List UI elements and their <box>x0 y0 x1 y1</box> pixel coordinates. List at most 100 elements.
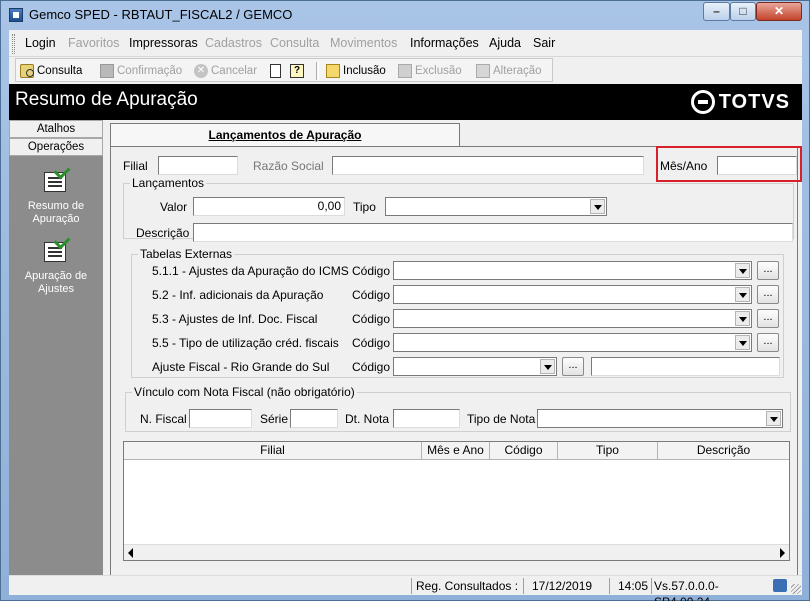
vinculo-title: Vínculo com Nota Fiscal (não obrigatório… <box>132 385 357 399</box>
sidebar-item-resumo-apuracao[interactable]: Resumo de Apuração <box>9 162 103 226</box>
valor-input[interactable]: 0,00 <box>193 197 345 216</box>
status-bar: Reg. Consultados : 17/12/2019 14:05 Vs.5… <box>9 575 802 601</box>
horizontal-scrollbar[interactable] <box>124 544 789 560</box>
sidebar-tab-atalhos[interactable]: Atalhos <box>9 120 103 138</box>
menu-cadastros[interactable]: Cadastros <box>205 36 262 50</box>
page-header: Resumo de Apuração TOTVS <box>9 84 802 120</box>
confirmacao-label: Confirmação <box>117 65 183 77</box>
codigo-label: Código <box>352 312 391 326</box>
chevron-down-icon[interactable] <box>735 263 750 278</box>
maximize-button[interactable]: □ <box>730 2 756 21</box>
sidebar-item-apuracao-ajustes[interactable]: Apuração de Ajustes <box>9 232 103 296</box>
codigo-select-53[interactable] <box>393 309 752 328</box>
codigo-label: Código <box>352 336 391 350</box>
document-icon <box>270 64 281 78</box>
consulta-button[interactable]: Consulta <box>20 63 82 79</box>
title-bar[interactable]: Gemco SPED - RBTAUT_FISCAL2 / GEMCO – □ … <box>1 1 809 29</box>
inclusao-button[interactable]: Inclusão <box>326 63 386 79</box>
lookup-button[interactable]: ... <box>562 357 584 376</box>
menu-consulta[interactable]: Consulta <box>270 36 319 50</box>
menu-grip <box>12 34 15 54</box>
menu-informacoes[interactable]: Informações <box>410 36 479 50</box>
serie-label: Série <box>260 412 289 426</box>
menu-login[interactable]: Login <box>25 36 56 50</box>
lancamentos-grid[interactable]: Filial Mês e Ano Código Tipo Descrição <box>123 441 790 561</box>
new-document-button[interactable] <box>270 63 281 79</box>
help-icon: ? <box>290 64 304 78</box>
checklist-icon <box>41 232 71 266</box>
edit-icon <box>476 64 490 78</box>
cancelar-button[interactable]: ✕ Cancelar <box>194 63 257 79</box>
menu-movimentos[interactable]: Movimentos <box>330 36 397 50</box>
codigo-select-55[interactable] <box>393 333 752 352</box>
chevron-down-icon[interactable] <box>735 335 750 350</box>
chevron-down-icon[interactable] <box>766 411 781 426</box>
reg-consultados: Reg. Consultados : <box>411 578 523 594</box>
status-version: Vs.57.0.0.0-SP4.00.24 <box>651 578 769 601</box>
chevron-down-icon[interactable] <box>540 359 555 374</box>
exclusao-button[interactable]: Exclusão <box>398 63 462 79</box>
exclusao-label: Exclusão <box>415 65 462 77</box>
codigo-select-rs[interactable] <box>393 357 557 376</box>
codigo-select-52[interactable] <box>393 285 752 304</box>
lookup-button[interactable]: ... <box>757 309 779 328</box>
sidebar-tab-operacoes[interactable]: Operações <box>9 138 103 156</box>
add-folder-icon <box>326 64 340 78</box>
sidebar-panel: Resumo de Apuração Apuração de Ajustes <box>9 156 103 595</box>
grid-col-tipo[interactable]: Tipo <box>558 442 658 460</box>
tabela-row-label: 5.3 - Ajustes de Inf. Doc. Fiscal <box>152 312 318 326</box>
tipo-label: Tipo <box>353 200 376 214</box>
dt-nota-label: Dt. Nota <box>345 412 390 426</box>
toolbar: Consulta Confirmação ✕ Cancelar ? Inclus… <box>9 57 802 83</box>
help-button[interactable]: ? <box>290 63 304 79</box>
alteracao-button[interactable]: Alteração <box>476 63 542 79</box>
menu-bar: Login Favoritos Impressoras Cadastros Co… <box>9 30 802 57</box>
menu-impressoras[interactable]: Impressoras <box>129 36 198 50</box>
descricao-input[interactable] <box>193 223 793 242</box>
tab-label: Lançamentos de Apuração <box>208 128 362 142</box>
tipo-nota-select[interactable] <box>537 409 783 428</box>
filial-label: Filial <box>123 159 148 173</box>
grid-col-mes-ano[interactable]: Mês e Ano <box>422 442 490 460</box>
totvs-logo-icon <box>690 90 715 114</box>
cancelar-label: Cancelar <box>211 65 258 77</box>
chevron-down-icon[interactable] <box>735 287 750 302</box>
chevron-down-icon[interactable] <box>735 311 750 326</box>
scroll-right-icon[interactable] <box>780 548 785 558</box>
lookup-button[interactable]: ... <box>757 285 779 304</box>
network-icon <box>773 579 787 592</box>
status-time: 14:05 <box>609 578 651 594</box>
lookup-button[interactable]: ... <box>757 333 779 352</box>
grid-header: Filial Mês e Ano Código Tipo Descrição <box>124 442 789 460</box>
descricao-label: Descrição <box>136 226 190 240</box>
confirmacao-button[interactable]: Confirmação <box>100 63 182 79</box>
tab-lancamentos-apuracao[interactable]: Lançamentos de Apuração <box>110 123 460 147</box>
dt-nota-input[interactable] <box>393 409 460 428</box>
close-button[interactable]: ✕ <box>756 2 802 21</box>
tabela-row-label: Ajuste Fiscal - Rio Grande do Sul <box>152 360 330 374</box>
menu-sair[interactable]: Sair <box>533 36 555 50</box>
razao-social-input[interactable] <box>332 156 644 175</box>
menu-ajuda[interactable]: Ajuda <box>489 36 521 50</box>
grid-col-codigo[interactable]: Código <box>490 442 558 460</box>
codigo-select-511[interactable] <box>393 261 752 280</box>
scroll-left-icon[interactable] <box>128 548 133 558</box>
maximize-icon: □ <box>739 4 747 18</box>
valor-label: Valor <box>160 200 188 214</box>
serie-input[interactable] <box>290 409 338 428</box>
resize-grip[interactable] <box>791 584 801 594</box>
grid-col-descricao[interactable]: Descrição <box>658 442 789 460</box>
minimize-button[interactable]: – <box>703 2 730 21</box>
tipo-select[interactable] <box>385 197 607 216</box>
main-content: Lançamentos de Apuração Filial Razão Soc… <box>106 120 802 577</box>
filial-input[interactable] <box>158 156 238 175</box>
n-fiscal-input[interactable] <box>189 409 252 428</box>
status-date: 17/12/2019 <box>523 578 609 594</box>
lookup-button[interactable]: ... <box>757 261 779 280</box>
alteracao-label: Alteração <box>493 65 542 77</box>
grid-col-filial[interactable]: Filial <box>124 442 422 460</box>
chevron-down-icon[interactable] <box>590 199 605 214</box>
menu-favoritos[interactable]: Favoritos <box>68 36 119 50</box>
codigo-label: Código <box>352 360 391 374</box>
ajuste-descricao-input[interactable] <box>591 357 780 376</box>
